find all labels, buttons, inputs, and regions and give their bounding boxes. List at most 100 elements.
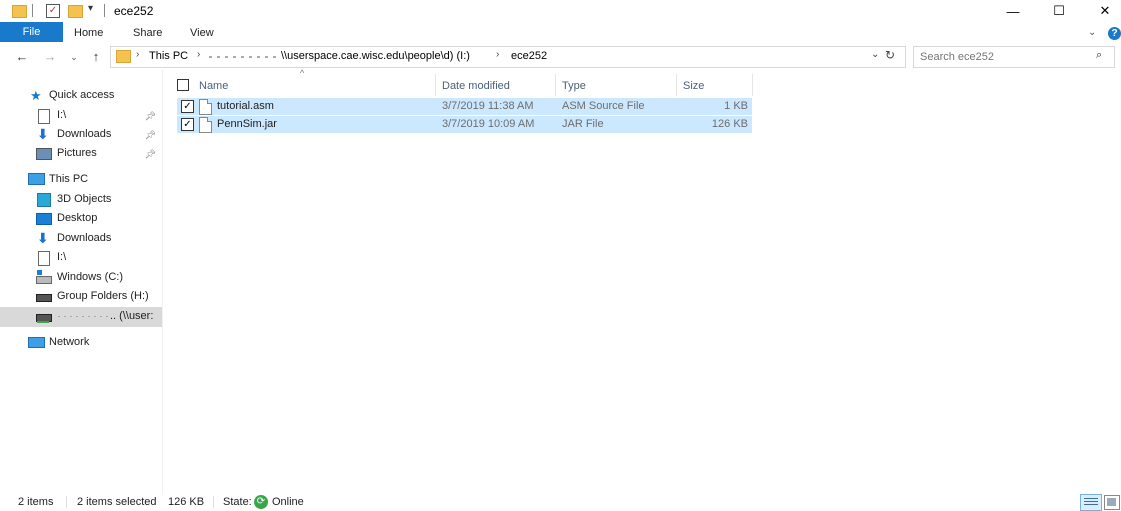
column-header-date-modified[interactable]: Date modified [442,76,510,96]
pictures-icon [36,148,52,160]
cube-icon [37,193,51,207]
separator [213,496,214,508]
file-size: 126 KB [711,118,748,130]
windows-logo-icon [37,270,42,275]
breadcrumb-ece252[interactable]: ece252 [511,50,547,62]
breadcrumb-separator[interactable]: › [496,49,499,60]
search-box[interactable]: ⌕ [913,46,1115,68]
column-divider[interactable] [435,74,436,96]
table-row[interactable]: ✓ PennSim.jar 3/7/2019 10:09 AM JAR File… [177,116,752,133]
nav-label: I:\ [57,109,67,121]
nav-downloads[interactable]: ⬇ Downloads [0,229,162,248]
thumbnail [1107,498,1116,506]
search-input[interactable] [920,49,1090,64]
row-checkbox[interactable]: ✓ [181,118,194,131]
customize-quick-access-icon[interactable]: ▾ [88,3,93,14]
status-state-label: State: [223,496,252,508]
drive-icon [36,276,52,284]
separator [32,4,33,17]
tab-view[interactable]: View [176,24,228,42]
properties-icon[interactable]: ✓ [46,4,60,18]
nav-label: This PC [49,173,89,185]
column-divider[interactable] [555,74,556,96]
column-header-size[interactable]: Size [683,76,704,96]
tab-file[interactable]: File [0,22,63,42]
row-checkbox[interactable]: ✓ [181,100,194,113]
refresh-icon[interactable]: ↻ [885,48,895,62]
help-icon[interactable]: ? [1108,27,1121,40]
column-divider[interactable] [676,74,677,96]
table-row[interactable]: ✓ tutorial.asm 3/7/2019 11:38 AM ASM Sou… [177,98,752,115]
up-arrow-icon[interactable]: ↑ [86,48,106,66]
column-header-type[interactable]: Type [562,76,586,96]
nav-label: Group Folders (H:) [57,290,149,302]
file-size: 1 KB [724,100,748,112]
nav-label: Downloads [57,128,112,140]
search-icon[interactable]: ⌕ [1096,49,1102,62]
breadcrumb-separator[interactable]: › [136,49,139,60]
status-bar: 2 items 2 items selected 126 KB State: ⟳… [0,493,1121,511]
close-button[interactable]: ✕ [1082,0,1121,22]
title-bar: ✓ ▾ ece252 — ☐ ✕ [0,0,1121,22]
file-date: 3/7/2019 11:38 AM [442,100,534,112]
details-view-icon[interactable] [1080,494,1102,511]
address-dropdown-icon[interactable]: ⌄ [871,49,879,60]
nav-this-pc[interactable]: This PC [0,170,162,189]
separator [104,4,105,17]
breadcrumb-network-drive[interactable]: \\userspace.cae.wisc.edu\people\d) (I:) [281,50,470,62]
pin-icon[interactable]: 📌︎ [145,145,156,164]
pin-icon[interactable]: 📌︎ [145,126,156,145]
status-state-value: Online [272,496,304,508]
new-folder-icon[interactable] [68,5,83,18]
expand-ribbon-icon[interactable]: ⌄ [1088,27,1096,38]
redacted-text [209,56,277,58]
status-selected-count: 2 items selected [77,496,157,508]
nav-3d-objects[interactable]: 3D Objects [0,190,162,209]
download-arrow-icon: ⬇ [37,126,49,142]
star-icon: ★ [30,88,42,103]
column-divider[interactable] [752,74,753,96]
breadcrumb-this-pc[interactable]: This PC [149,50,188,62]
nav-quick-access[interactable]: ★ Quick access [0,86,162,105]
select-all-checkbox[interactable] [177,79,189,91]
file-name[interactable]: tutorial.asm [217,98,274,115]
nav-label: Desktop [57,212,98,224]
column-header-name[interactable]: Name [199,76,228,96]
sync-online-icon: ⟳ [254,495,268,509]
file-icon [199,117,212,133]
breadcrumb-separator[interactable]: › [197,49,200,60]
tab-home[interactable]: Home [60,24,117,42]
address-bar[interactable]: › This PC › \\userspace.cae.wisc.edu\peo… [110,46,906,68]
folder-icon [12,5,27,18]
maximize-button[interactable]: ☐ [1036,0,1082,22]
back-arrow-icon[interactable]: ← [12,48,32,66]
tab-share[interactable]: Share [119,24,176,42]
file-type: ASM Source File [562,100,645,112]
nav-label: .. (\\user: [110,310,154,322]
forward-arrow-icon[interactable]: → [40,48,60,66]
sort-ascending-icon: ^ [300,68,305,78]
minimize-button[interactable]: — [990,0,1036,22]
file-icon [199,99,212,115]
nav-windows-c[interactable]: Windows (C:) [0,268,162,287]
nav-group-folders-h[interactable]: Group Folders (H:) [0,287,162,306]
status-item-count: 2 items [18,496,54,508]
large-icons-view-icon[interactable] [1104,495,1120,510]
nav-quick-pictures[interactable]: Pictures 📌︎ [0,144,162,163]
file-name[interactable]: PennSim.jar [217,116,277,133]
network-drive-icon [36,294,52,302]
connected-indicator [37,321,49,323]
nav-i-drive[interactable]: I:\ [0,248,162,267]
pin-icon[interactable]: 📌︎ [145,107,156,126]
nav-network[interactable]: Network [0,333,162,352]
nav-label: Pictures [57,147,97,159]
nav-label: I:\ [57,251,67,263]
recent-locations-icon[interactable]: ⌄ [64,48,84,66]
download-arrow-icon: ⬇ [37,230,49,246]
nav-quick-downloads[interactable]: ⬇ Downloads 📌︎ [0,125,162,144]
folder-icon [116,50,131,63]
nav-quick-i-drive[interactable]: I:\ 📌︎ [0,106,162,125]
nav-user-drive-i[interactable]: .. (\\user: [0,307,162,326]
nav-desktop[interactable]: Desktop [0,209,162,228]
pane-splitter[interactable] [162,70,163,495]
